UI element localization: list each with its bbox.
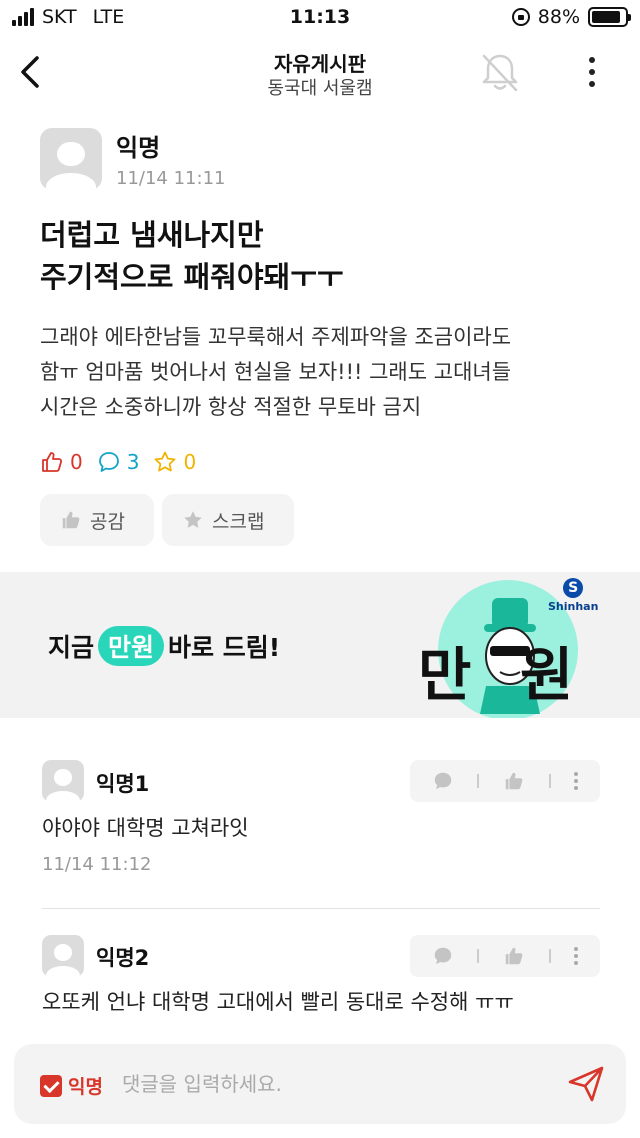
more-icon — [589, 57, 595, 63]
comment-like-button[interactable] — [503, 945, 525, 967]
battery-percent: 88% — [537, 6, 580, 28]
comment-actions — [410, 935, 600, 977]
send-icon — [568, 1066, 604, 1102]
comment-avatar — [42, 760, 84, 802]
post-body: 그래야 에타한남들 꼬무룩해서 주제파악을 조금이라도 함ㅠ 엄마품 벗어나서 … — [40, 320, 620, 425]
post-stats: 0 3 0 — [40, 450, 196, 474]
comment-input[interactable] — [122, 1064, 552, 1104]
comment-timestamp: 11/14 11:12 — [42, 854, 152, 875]
post-title-line: 더럽고 냄새나지만 — [40, 218, 264, 252]
scrap-count: 0 — [153, 450, 196, 474]
comment-count: 3 — [97, 450, 139, 474]
post-body-line: 그래야 에타한남들 꼬무룩해서 주제파악을 조금이라도 — [40, 325, 512, 349]
comment-input-bar: 익명 — [14, 1044, 626, 1124]
scrap-button[interactable]: 스크랩 — [162, 494, 294, 546]
ad-banner[interactable]: 지금 만원 바로 드림! S Shinhan 만 원 — [0, 572, 640, 718]
author-avatar — [40, 128, 102, 190]
shinhan-logo-icon: S — [563, 578, 584, 598]
post-body-line: 함ㅠ 엄마품 벗어나서 현실을 보자!!! 그래도 고대녀들 — [40, 360, 512, 384]
author-name: 익명 — [116, 134, 161, 162]
status-right: 88% — [511, 6, 631, 28]
bell-off-icon — [482, 54, 518, 92]
reply-button[interactable] — [432, 770, 454, 792]
comment-avatar — [42, 935, 84, 977]
comment-more-button[interactable] — [574, 947, 579, 965]
comment-author: 익명1 — [96, 772, 150, 796]
battery-icon — [588, 7, 631, 27]
comment-divider — [42, 908, 600, 909]
anonymous-checkbox[interactable] — [40, 1074, 62, 1097]
post-timestamp: 11/14 11:11 — [116, 168, 226, 189]
rotation-lock-icon — [511, 8, 530, 26]
board-subtitle: 동국대 서울캠 — [267, 78, 373, 99]
reply-button[interactable] — [432, 945, 454, 967]
ad-brand: S Shinhan — [548, 578, 599, 613]
comment-text: 오또케 언냐 대학명 고대에서 빨리 동대로 수정해 ㅠㅠ — [42, 990, 514, 1014]
post-title: 더럽고 냄새나지만 주기적으로 패줘야돼ㅜㅜ — [40, 214, 610, 298]
sympathy-button[interactable]: 공감 — [40, 494, 154, 546]
notification-toggle-button[interactable] — [478, 50, 522, 94]
comment-like-button[interactable] — [503, 770, 525, 792]
scrap-label: 스크랩 — [212, 510, 265, 533]
ad-big-text-right: 원 — [520, 641, 574, 709]
ad-highlight: 만원 — [98, 626, 165, 666]
anonymous-toggle[interactable]: 익명 — [40, 1072, 103, 1099]
ad-headline: 지금 만원 바로 드림! — [48, 626, 280, 666]
star-icon — [155, 451, 176, 472]
more-button[interactable] — [574, 50, 610, 94]
comment-author: 익명2 — [96, 946, 150, 970]
post-title-line: 주기적으로 패줘야돼ㅜㅜ — [40, 260, 344, 294]
comment-actions — [410, 760, 600, 802]
status-bar: SKT LTE 11:13 88% — [0, 0, 640, 36]
thumbs-up-icon — [42, 452, 63, 472]
thumbs-up-icon — [62, 511, 80, 529]
star-icon — [184, 511, 202, 528]
sympathy-label: 공감 — [90, 510, 125, 533]
post-body-line: 시간은 소중하니까 항상 적절한 무토바 금지 — [40, 395, 422, 419]
like-count: 0 — [40, 450, 83, 474]
send-button[interactable] — [564, 1062, 610, 1106]
ad-big-text-left: 만 — [418, 641, 472, 709]
comment-text: 야야야 대학명 고쳐라잇 — [42, 816, 249, 840]
nav-bar: 자유게시판 동국대 서울캠 — [0, 40, 640, 104]
anonymous-label: 익명 — [68, 1076, 103, 1098]
board-title: 자유게시판 — [274, 52, 366, 76]
comment-more-button[interactable] — [574, 772, 579, 790]
comment-bubble-icon — [98, 452, 119, 472]
